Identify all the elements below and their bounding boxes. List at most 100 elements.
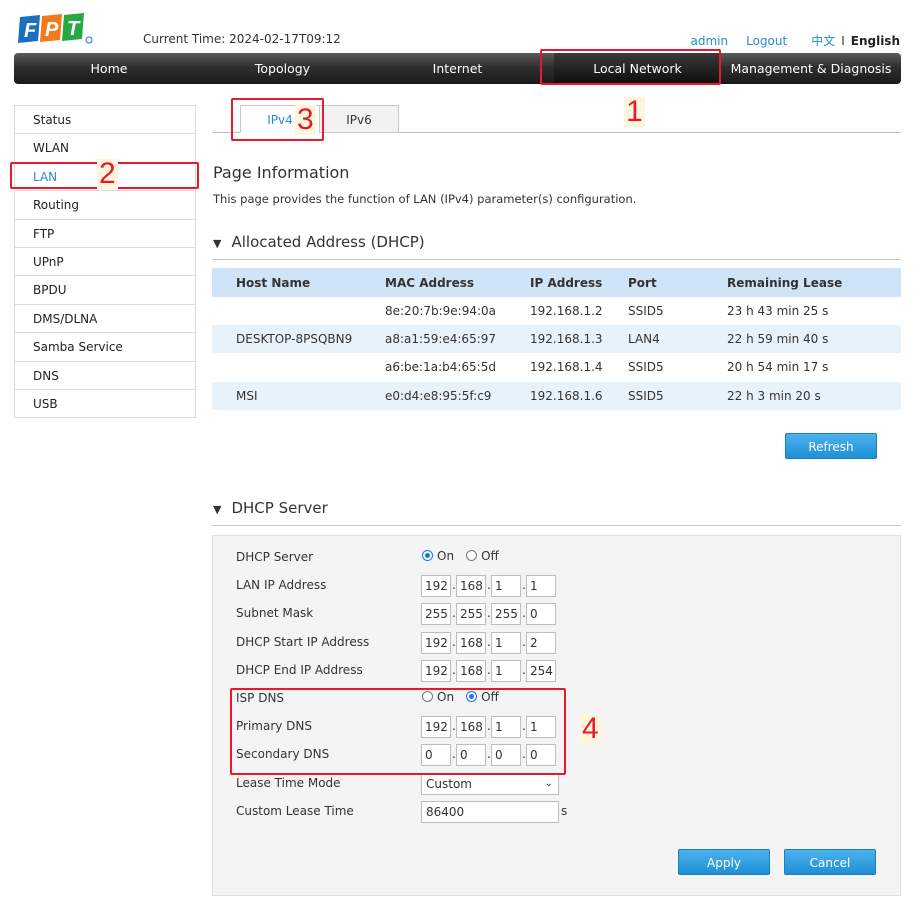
- cell-ip: 192.168.1.3: [529, 325, 627, 354]
- nav-management-diagnosis[interactable]: Management & Diagnosis: [721, 53, 901, 84]
- annotation-number-3: 3: [295, 103, 316, 136]
- cell-mac: a8:a1:59:e4:65:97: [384, 325, 529, 354]
- cell-host: [212, 297, 384, 325]
- table-row: DESKTOP-8PSQBN9 a8:a1:59:e4:65:97 192.16…: [212, 325, 901, 354]
- start-ip-octet-4[interactable]: 2: [526, 632, 556, 654]
- dhcp-server-on-radio[interactable]: [422, 550, 433, 561]
- col-port: Port: [627, 268, 726, 297]
- refresh-button[interactable]: Refresh: [785, 433, 877, 459]
- page-description: This page provides the function of LAN (…: [213, 192, 637, 206]
- lang-zh-link[interactable]: 中文: [811, 32, 835, 49]
- start-ip-octet-1[interactable]: 192: [421, 632, 451, 654]
- tab-ipv6[interactable]: IPv6: [319, 105, 399, 133]
- subnet-octet-4[interactable]: 0: [526, 603, 556, 625]
- sidebar: Status WLAN LAN Routing FTP UPnP BPDU DM…: [14, 105, 196, 419]
- annotation-box-4: [230, 688, 566, 775]
- cell-host: DESKTOP-8PSQBN9: [212, 325, 384, 354]
- table-row: MSI e0:d4:e8:95:5f:c9 192.168.1.6 SSID5 …: [212, 381, 901, 410]
- current-time-value: 2024-02-17T09:12: [229, 32, 341, 46]
- sidebar-item-upnp[interactable]: UPnP: [15, 248, 195, 277]
- svg-text:F: F: [24, 20, 37, 42]
- lease-unit: s: [561, 804, 568, 818]
- apply-button[interactable]: Apply: [678, 849, 770, 875]
- lease-mode-value: Custom: [426, 777, 472, 791]
- fpt-logo: F P T: [18, 13, 94, 47]
- sidebar-item-ftp[interactable]: FTP: [15, 220, 195, 248]
- lan-ip-octet-3[interactable]: 1: [491, 575, 521, 597]
- nav-internet[interactable]: Internet: [361, 53, 554, 84]
- cell-port: SSID5: [628, 360, 664, 375]
- cell-lease: 22 h 3 min 20 s: [726, 381, 901, 410]
- current-time: Current Time: 2024-02-17T09:12: [143, 32, 341, 46]
- lang-en-link[interactable]: English: [851, 34, 900, 48]
- annotation-number-1: 1: [624, 95, 645, 128]
- dhcp-server-radio-group: On Off: [422, 549, 511, 563]
- cell-mac: a6:be:1a:b4:65:5d: [385, 360, 496, 375]
- sidebar-item-samba[interactable]: Samba Service: [15, 333, 195, 362]
- section-dhcp-server-title: DHCP Server: [231, 499, 328, 517]
- annotation-box-1: [540, 49, 721, 85]
- end-ip-octet-3[interactable]: 1: [491, 660, 521, 682]
- cell-host: MSI: [212, 381, 384, 410]
- sidebar-item-dns[interactable]: DNS: [15, 362, 195, 390]
- page-title: Page Information: [213, 163, 350, 182]
- section-dhcp-server[interactable]: ▼ DHCP Server: [213, 499, 328, 517]
- end-ip-octet-1[interactable]: 192: [421, 660, 451, 682]
- collapse-triangle-icon: ▼: [213, 237, 222, 250]
- radio-label-off: Off: [481, 549, 499, 563]
- radio-label-on: On: [437, 549, 455, 563]
- end-ip-octet-4[interactable]: 254: [526, 660, 556, 682]
- nav-topology[interactable]: Topology: [204, 53, 361, 84]
- sidebar-item-routing[interactable]: Routing: [15, 191, 195, 220]
- end-ip-octet-2[interactable]: 168: [456, 660, 486, 682]
- svg-text:T: T: [67, 18, 81, 40]
- label-lan-ip: LAN IP Address: [236, 578, 327, 592]
- col-ip-address: IP Address: [529, 268, 627, 297]
- start-ip-octet-3[interactable]: 1: [491, 632, 521, 654]
- logout-link[interactable]: Logout: [746, 34, 787, 48]
- subnet-octet-1[interactable]: 255: [421, 603, 451, 625]
- cell-ip: 192.168.1.4: [530, 360, 603, 375]
- annotation-number-2: 2: [97, 157, 118, 190]
- section-allocated-title: Allocated Address (DHCP): [231, 233, 425, 251]
- main-nav: Home Topology Internet Local Network Man…: [14, 53, 901, 84]
- lan-ip-octet-1[interactable]: 192: [421, 575, 451, 597]
- label-start-ip: DHCP Start IP Address: [236, 635, 370, 649]
- sidebar-item-usb[interactable]: USB: [15, 390, 195, 419]
- label-end-ip: DHCP End IP Address: [236, 663, 363, 677]
- start-ip-octet-2[interactable]: 168: [456, 632, 486, 654]
- custom-lease-input[interactable]: 86400: [421, 801, 559, 823]
- cell-lease: 23 h 43 min 25 s: [727, 304, 829, 319]
- label-dhcp-server: DHCP Server: [236, 550, 314, 564]
- dhcp-server-off-radio[interactable]: [466, 550, 478, 561]
- table-row: 8e:20:7b:9e:94:0a 192.168.1.2 SSID5 23 h…: [212, 297, 901, 325]
- cancel-button[interactable]: Cancel: [784, 849, 876, 875]
- section-allocated-address[interactable]: ▼ Allocated Address (DHCP): [213, 233, 425, 251]
- section-divider: [212, 259, 901, 260]
- table-row: a6:be:1a:b4:65:5d 192.168.1.4 SSID5 20 h…: [212, 353, 901, 381]
- lease-mode-select[interactable]: Custom ⌄: [421, 773, 559, 795]
- subnet-octet-2[interactable]: 255: [456, 603, 486, 625]
- label-custom-lease: Custom Lease Time: [236, 804, 354, 818]
- col-host-name: Host Name: [212, 268, 384, 297]
- cell-lease: 20 h 54 min 17 s: [727, 360, 829, 375]
- top-links: admin Logout 中文 I English: [690, 32, 900, 49]
- sidebar-item-dms-dlna[interactable]: DMS/DLNA: [15, 305, 195, 334]
- user-link[interactable]: admin: [690, 34, 728, 48]
- col-remaining-lease: Remaining Lease: [726, 268, 901, 297]
- cell-mac: 8e:20:7b:9e:94:0a: [385, 304, 497, 319]
- lan-ip-octet-2[interactable]: 168: [456, 575, 486, 597]
- cell-mac: e0:d4:e8:95:5f:c9: [384, 381, 529, 410]
- subnet-octet-3[interactable]: 255: [491, 603, 521, 625]
- lan-ip-octet-4[interactable]: 1: [526, 575, 556, 597]
- cell-port: LAN4: [627, 325, 726, 354]
- nav-home[interactable]: Home: [14, 53, 204, 84]
- label-lease-mode: Lease Time Mode: [236, 776, 341, 790]
- current-time-label: Current Time:: [143, 32, 226, 46]
- sidebar-item-status[interactable]: Status: [15, 106, 195, 135]
- cell-lease: 22 h 59 min 40 s: [726, 325, 901, 354]
- col-mac-address: MAC Address: [384, 268, 529, 297]
- cell-host: [212, 353, 384, 381]
- sidebar-item-bpdu[interactable]: BPDU: [15, 276, 195, 305]
- section-divider: [212, 525, 901, 526]
